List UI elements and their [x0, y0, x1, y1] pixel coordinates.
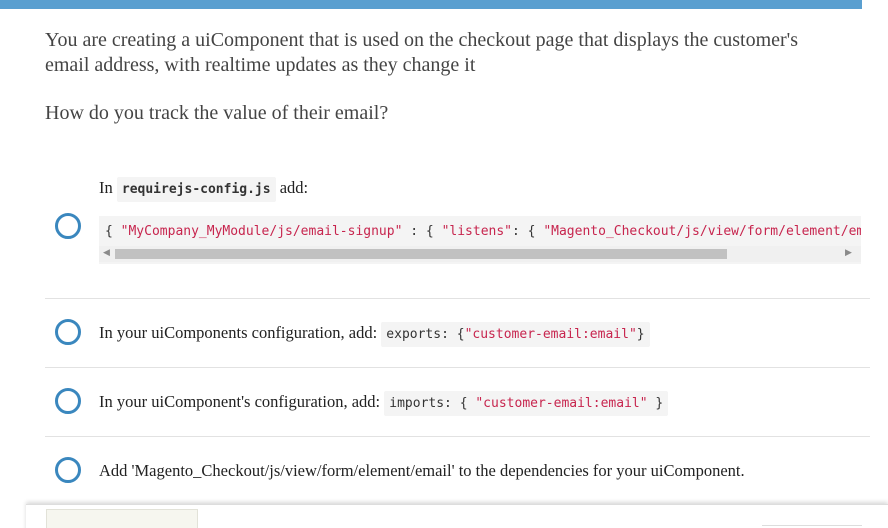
answer-option-3[interactable]: In your uiComponent's configuration, add… — [45, 379, 870, 429]
option-divider — [45, 298, 870, 299]
option-4-text: Add 'Magento_Checkout/js/view/form/eleme… — [99, 461, 745, 480]
horizontal-scrollbar[interactable]: ◀ ▶ — [99, 246, 861, 262]
answer-option-4[interactable]: Add 'Magento_Checkout/js/view/form/eleme… — [45, 448, 870, 498]
top-accent-bar — [0, 0, 862, 9]
footer-box — [46, 509, 198, 528]
question-text: You are creating a uiComponent that is u… — [45, 29, 799, 76]
scroll-left-icon[interactable]: ◀ — [103, 248, 110, 258]
option-1-intro: In requirejs-config.js add: — [99, 177, 308, 202]
question-prompt: How do you track the value of their emai… — [45, 102, 389, 124]
filename-code: requirejs-config.js — [116, 177, 276, 202]
answer-option-2[interactable]: In your uiComponents configuration, add:… — [45, 310, 870, 360]
quiz-page: You are creating a uiComponent that is u… — [0, 0, 888, 528]
footer-panel — [26, 504, 888, 528]
option-2-code: exports: {"customer-email:email"} — [381, 322, 650, 347]
option-divider — [45, 436, 870, 437]
option-divider — [45, 367, 870, 368]
option-1-radio[interactable] — [55, 213, 81, 239]
option-3-text: In your uiComponent's configuration, add… — [99, 391, 669, 416]
option-2-radio[interactable] — [55, 319, 81, 345]
option-3-code: imports: { "customer-email:email" } — [384, 391, 669, 416]
option-2-text: In your uiComponents configuration, add:… — [99, 322, 650, 347]
scroll-right-icon[interactable]: ▶ — [845, 248, 852, 258]
code-line: { "MyCompany_MyModule/js/email-signup" :… — [105, 224, 861, 239]
option-3-radio[interactable] — [55, 388, 81, 414]
code-block: { "MyCompany_MyModule/js/email-signup" :… — [99, 216, 861, 264]
scroll-thumb[interactable] — [115, 249, 727, 259]
option-4-radio[interactable] — [55, 457, 81, 483]
